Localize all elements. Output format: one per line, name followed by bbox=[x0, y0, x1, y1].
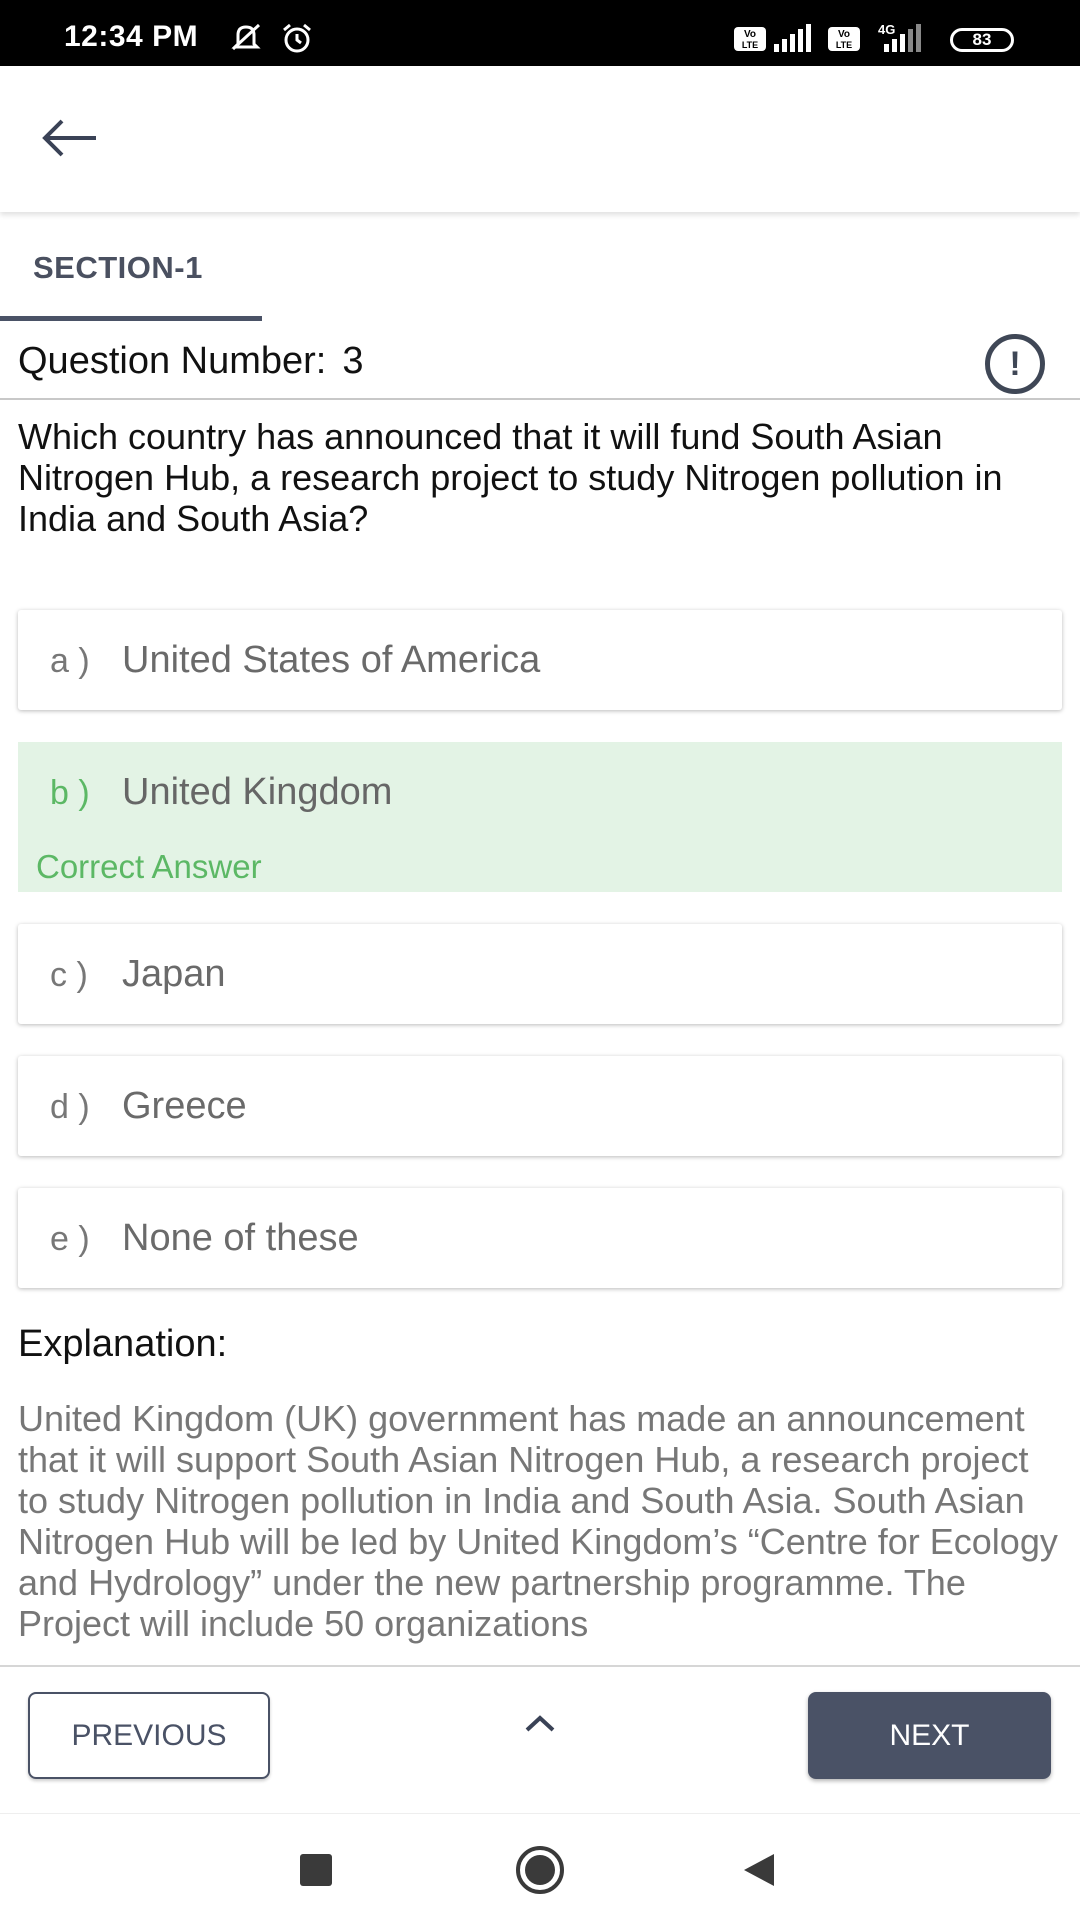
option-letter: b ) bbox=[50, 774, 90, 812]
option-text: Greece bbox=[122, 1085, 247, 1127]
volte-label: Vo bbox=[838, 29, 850, 40]
option-e[interactable]: e ) None of these bbox=[18, 1188, 1062, 1288]
question-number-value: 3 bbox=[342, 340, 364, 382]
volte-icon: Vo LTE bbox=[734, 27, 766, 51]
explanation-text: United Kingdom (UK) government has made … bbox=[18, 1398, 1058, 1644]
chevron-up-icon[interactable] bbox=[515, 1702, 565, 1742]
signal-icon bbox=[884, 24, 921, 52]
home-icon[interactable] bbox=[515, 1845, 565, 1895]
exclamation-circle-icon[interactable]: ! bbox=[985, 334, 1045, 394]
volte-icon: Vo LTE bbox=[828, 27, 860, 51]
question-text: Which country has announced that it will… bbox=[18, 416, 1003, 539]
option-c[interactable]: c ) Japan bbox=[18, 924, 1062, 1024]
option-d[interactable]: d ) Greece bbox=[18, 1056, 1062, 1156]
option-letter: c ) bbox=[50, 956, 88, 994]
question-header: Question Number: 3 ! bbox=[0, 330, 1080, 400]
explanation-title: Explanation: bbox=[18, 1323, 228, 1365]
option-b[interactable]: b ) United Kingdom Correct Answer bbox=[18, 742, 1062, 892]
back-arrow-icon[interactable] bbox=[40, 116, 100, 160]
recent-apps-icon[interactable] bbox=[300, 1854, 332, 1886]
option-text: None of these bbox=[122, 1217, 359, 1259]
mute-icon bbox=[231, 23, 261, 51]
app-bar bbox=[0, 66, 1080, 212]
option-letter: d ) bbox=[50, 1088, 90, 1126]
option-text: United States of America bbox=[122, 639, 541, 681]
lte-label: LTE bbox=[742, 40, 758, 50]
tab-indicator bbox=[0, 316, 262, 321]
option-text: United Kingdom bbox=[122, 771, 393, 813]
question-number: Question Number: 3 bbox=[18, 340, 364, 383]
next-button[interactable]: NEXT bbox=[808, 1692, 1051, 1779]
lte-label: LTE bbox=[836, 40, 852, 50]
status-bar: 12:34 PM Vo LTE Vo LTE 4G 83 bbox=[0, 0, 1080, 66]
signal-icon bbox=[774, 24, 811, 52]
option-text: Japan bbox=[122, 953, 226, 995]
tab-section-1[interactable]: SECTION-1 bbox=[0, 212, 262, 322]
section-tab-label: SECTION-1 bbox=[33, 250, 203, 285]
option-a[interactable]: a ) United States of America bbox=[18, 610, 1062, 710]
system-back-icon[interactable] bbox=[742, 1852, 776, 1888]
question-navigation-bar: PREVIOUS NEXT bbox=[0, 1665, 1080, 1813]
volte-label: Vo bbox=[744, 29, 756, 40]
alarm-icon bbox=[283, 23, 311, 53]
explanation-scroll-area[interactable]: United Kingdom (UK) government has made … bbox=[0, 1398, 1080, 1666]
option-letter: a ) bbox=[50, 642, 90, 680]
battery-indicator: 83 bbox=[950, 28, 1014, 52]
previous-button[interactable]: PREVIOUS bbox=[28, 1692, 270, 1779]
status-time: 12:34 PM bbox=[64, 20, 199, 53]
system-navigation-bar bbox=[0, 1813, 1080, 1920]
option-letter: e ) bbox=[50, 1220, 90, 1258]
correct-answer-label: Correct Answer bbox=[36, 848, 262, 885]
question-number-label: Question Number: bbox=[18, 340, 327, 382]
